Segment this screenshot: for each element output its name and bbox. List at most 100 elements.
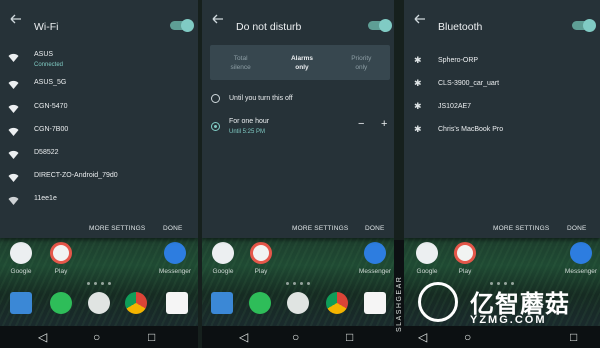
slashgear-watermark: SLASHGEAR (396, 275, 403, 332)
option-label: Until you turn this off (229, 95, 293, 102)
panel-title: Bluetooth (438, 21, 483, 33)
brand-url: YZMG.COM (470, 314, 547, 326)
nav-bar: ◁ ○ □ (202, 326, 394, 348)
photos-app-icon[interactable] (166, 292, 188, 314)
dnd-screen: Google Play Messenger ◁ ○ □ Do not distu… (202, 0, 394, 348)
bluetooth-icon: ✱ (414, 78, 422, 88)
done-button[interactable]: DONE (365, 225, 385, 232)
segment-total-silence[interactable]: Total silence (210, 45, 271, 80)
recents-nav-icon[interactable]: □ (346, 331, 353, 343)
home-screen: Google Play Messenger ◁ ○ □ (202, 230, 394, 348)
bluetooth-icon: ✱ (414, 124, 422, 134)
chrome-app-icon[interactable] (326, 292, 348, 314)
brand-watermark: 亿智蘑菇 YZMG.COM (418, 282, 596, 330)
home-screen: Google Play Messenger ◁ ○ □ (0, 230, 198, 348)
back-arrow-icon[interactable] (414, 14, 426, 24)
dnd-toggle[interactable] (368, 19, 392, 32)
panel-title: Wi-Fi (34, 21, 59, 33)
messenger-app-label: Messenger (358, 268, 392, 275)
bluetooth-panel: Bluetooth ✱ Sphero-ORP ✱ CLS-3900_car_ua… (404, 0, 600, 238)
panel-header: Bluetooth (404, 0, 600, 38)
segment-priority-only[interactable]: Priority only (333, 45, 390, 80)
play-app-icon[interactable] (250, 242, 272, 264)
messenger-app-icon[interactable] (570, 242, 592, 264)
bluetooth-toggle[interactable] (572, 19, 596, 32)
back-arrow-icon[interactable] (212, 14, 224, 24)
back-nav-icon[interactable]: ◁ (239, 331, 248, 343)
messenger-app-label: Messenger (158, 268, 192, 275)
panel-header: Do not disturb (202, 0, 394, 38)
increase-time-button[interactable]: + (381, 118, 387, 130)
network-status: Connected (34, 62, 64, 68)
back-arrow-icon[interactable] (10, 14, 22, 24)
play-app-label: Play (54, 268, 68, 275)
google-app-label: Google (212, 268, 234, 275)
panel-header: Wi-Fi (0, 0, 198, 38)
photos-app-icon[interactable] (364, 292, 386, 314)
dnd-panel: Do not disturb Total silence Alarms only… (202, 0, 394, 238)
google-app-icon[interactable] (10, 242, 32, 264)
done-button[interactable]: DONE (163, 225, 183, 232)
more-settings-button[interactable]: MORE SETTINGS (292, 225, 348, 232)
network-name: 11ee1e (34, 195, 57, 202)
bluetooth-icon: ✱ (414, 101, 422, 111)
home-nav-icon[interactable]: ○ (464, 331, 471, 343)
play-app-label: Play (458, 268, 472, 275)
more-settings-button[interactable]: MORE SETTINGS (89, 225, 145, 232)
back-nav-icon[interactable]: ◁ (38, 331, 47, 343)
messenger-app-icon[interactable] (364, 242, 386, 264)
home-nav-icon[interactable]: ○ (292, 331, 299, 343)
messenger-app-label: Messenger (564, 268, 598, 275)
radio-button[interactable] (211, 94, 220, 103)
wifi-signal-icon (8, 53, 19, 62)
recents-nav-icon[interactable]: □ (570, 331, 577, 343)
back-nav-icon[interactable]: ◁ (418, 331, 427, 343)
messenger-app-icon[interactable] (164, 242, 186, 264)
radio-button-selected[interactable] (211, 122, 220, 131)
screenshot-collage: Google Play Messenger ◁ ○ □ Wi-Fi ASUS C… (0, 0, 600, 348)
spotify-app-icon[interactable] (50, 292, 72, 314)
chrome-app-icon[interactable] (125, 292, 147, 314)
twitter-app-icon[interactable] (10, 292, 32, 314)
network-name: ASUS (34, 51, 54, 58)
dock (202, 292, 394, 322)
google-app-label: Google (10, 268, 32, 275)
app-drawer-icon[interactable] (88, 292, 110, 314)
google-app-icon[interactable] (416, 242, 438, 264)
network-name: DIRECT-ZO-Android_79d0 (34, 172, 118, 179)
home-nav-icon[interactable]: ○ (93, 331, 100, 343)
device-name: Chris's MacBook Pro (438, 126, 504, 133)
wifi-signal-icon (8, 150, 19, 159)
device-name: CLS-3900_car_uart (438, 80, 500, 87)
done-button[interactable]: DONE (567, 225, 587, 232)
network-name: CGN-7B00 (34, 126, 69, 133)
decrease-time-button[interactable]: − (358, 118, 364, 130)
network-name: CGN-5470 (34, 103, 68, 110)
play-app-icon[interactable] (454, 242, 476, 264)
wifi-screen: Google Play Messenger ◁ ○ □ Wi-Fi ASUS C… (0, 0, 198, 348)
play-app-icon[interactable] (50, 242, 72, 264)
page-indicator (202, 282, 394, 286)
app-drawer-icon[interactable] (287, 292, 309, 314)
device-name: Sphero-ORP (438, 57, 479, 64)
option-label: For one hour (229, 118, 270, 125)
dnd-mode-selector: Total silence Alarms only Priority only (210, 45, 390, 80)
network-name: D58522 (34, 149, 59, 156)
bluetooth-icon: ✱ (414, 55, 422, 65)
wifi-toggle[interactable] (170, 19, 194, 32)
panel-title: Do not disturb (236, 21, 302, 33)
spotify-app-icon[interactable] (249, 292, 271, 314)
nav-bar: ◁ ○ □ (0, 326, 198, 348)
google-app-label: Google (416, 268, 438, 275)
recents-nav-icon[interactable]: □ (148, 331, 155, 343)
segment-alarms-only[interactable]: Alarms only (271, 45, 332, 80)
network-name: ASUS_5G (34, 79, 67, 86)
device-name: JS102AE7 (438, 103, 472, 110)
wifi-signal-icon (8, 196, 19, 205)
option-sublabel: Until 5:25 PM (229, 129, 266, 135)
google-app-icon[interactable] (212, 242, 234, 264)
wifi-signal-icon (8, 173, 19, 182)
more-settings-button[interactable]: MORE SETTINGS (493, 225, 549, 232)
wifi-signal-icon (8, 127, 19, 136)
twitter-app-icon[interactable] (211, 292, 233, 314)
